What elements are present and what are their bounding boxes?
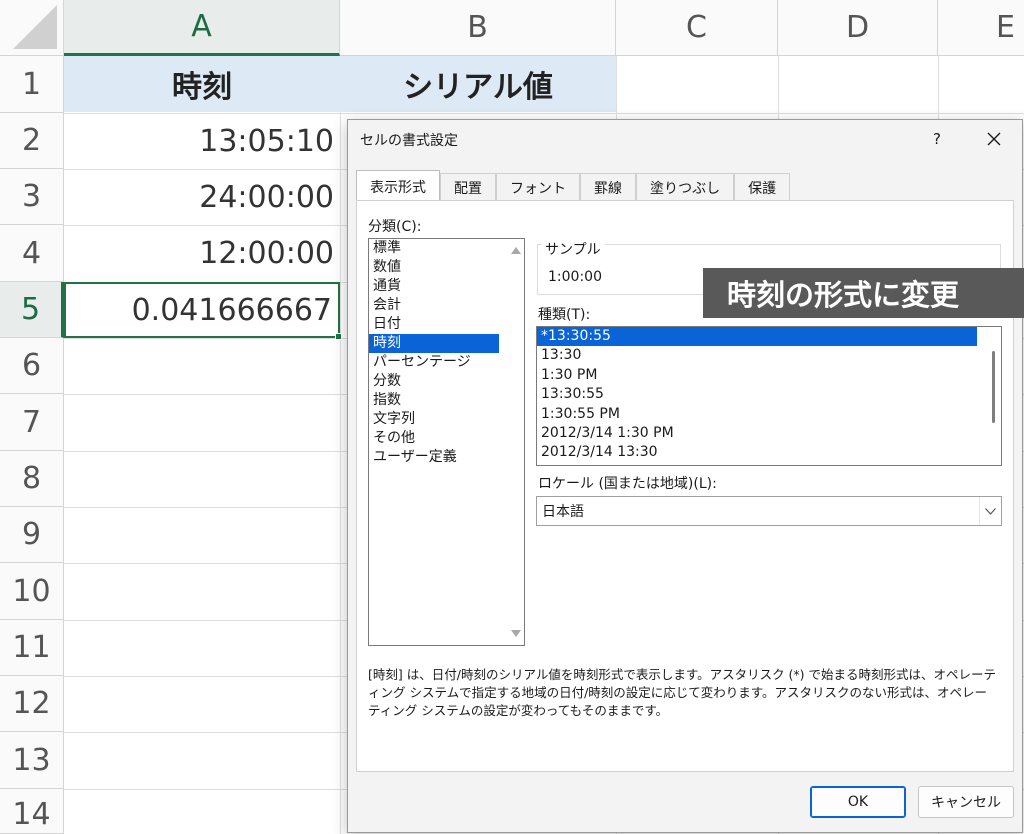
row-header-1[interactable]: 1 <box>0 56 64 113</box>
scroll-down-arrow-icon[interactable] <box>511 630 521 637</box>
category-item[interactable]: ユーザー定義 <box>369 448 524 467</box>
fill-handle[interactable] <box>335 333 342 340</box>
category-list[interactable]: 標準 数値 通貨 会計 日付 時刻 パーセンテージ 分数 指数 文字列 その他 … <box>368 238 525 646</box>
cell-a3[interactable]: 24:00:00 <box>64 169 340 225</box>
tab-number-format[interactable]: 表示形式 <box>356 170 440 202</box>
format-cells-dialog: セルの書式設定 ? 表示形式 配置 フォント 罫線 塗りつぶし 保護 分類(C)… <box>347 119 1023 833</box>
category-item[interactable]: 日付 <box>369 315 524 334</box>
type-scrollbar[interactable] <box>984 327 1001 465</box>
category-item-selected[interactable]: 時刻 <box>369 334 499 353</box>
column-header-b[interactable]: B <box>340 0 616 56</box>
close-button[interactable] <box>976 124 1012 154</box>
cancel-button[interactable]: キャンセル <box>918 786 1014 818</box>
type-item[interactable]: 1:30 PM <box>537 366 977 385</box>
category-label: 分類(C): <box>368 219 422 235</box>
cell-b1[interactable]: シリアル値 <box>340 56 616 112</box>
type-item[interactable]: 2012/3/14 13:30 <box>537 443 977 462</box>
category-item[interactable]: 分数 <box>369 372 524 391</box>
locale-select[interactable]: 日本語 <box>536 496 1002 526</box>
category-item[interactable]: その他 <box>369 429 524 448</box>
row-header-8[interactable]: 8 <box>0 451 64 507</box>
help-button[interactable]: ? <box>922 126 952 152</box>
dialog-title: セルの書式設定 <box>360 133 458 149</box>
category-item[interactable]: 数値 <box>369 258 524 277</box>
format-description: [時刻] は、日付/時刻のシリアル値を時刻形式で表示します。アスタリスク (*)… <box>368 667 997 718</box>
tab-fill[interactable]: 塗りつぶし <box>636 173 735 201</box>
row-header-5[interactable]: 5 <box>0 282 64 338</box>
category-item[interactable]: 指数 <box>369 391 524 410</box>
row-header-4[interactable]: 4 <box>0 225 64 282</box>
row-header-13[interactable]: 13 <box>0 732 64 789</box>
category-item[interactable]: パーセンテージ <box>369 353 524 372</box>
type-item[interactable]: 2012/3/14 1:30 PM <box>537 424 977 443</box>
cell-a1[interactable]: 時刻 <box>64 56 340 112</box>
cell-a2[interactable]: 13:05:10 <box>64 113 340 169</box>
row-header-7[interactable]: 7 <box>0 394 64 451</box>
locale-value: 日本語 <box>542 504 584 520</box>
column-header-e[interactable]: E <box>938 0 1024 56</box>
row-header-9[interactable]: 9 <box>0 507 64 563</box>
row-header-11[interactable]: 11 <box>0 620 64 676</box>
cell-a5-active[interactable]: 0.041666667 <box>64 282 342 340</box>
row-header-6[interactable]: 6 <box>0 338 64 394</box>
category-item[interactable]: 通貨 <box>369 277 524 296</box>
chevron-down-icon[interactable] <box>979 497 1001 525</box>
row-header-3[interactable]: 3 <box>0 169 64 225</box>
type-item[interactable]: 13:30 <box>537 346 977 365</box>
select-all-corner[interactable] <box>0 0 64 56</box>
cell-a5-value: 0.041666667 <box>131 292 332 328</box>
sample-label: サンプル <box>541 239 605 259</box>
row-header-2[interactable]: 2 <box>0 113 64 169</box>
dialog-tabs: 表示形式 配置 フォント 罫線 塗りつぶし 保護 <box>356 170 791 202</box>
tab-protection[interactable]: 保護 <box>734 173 791 201</box>
type-item-selected[interactable]: *13:30:55 <box>537 327 977 347</box>
category-item[interactable]: 文字列 <box>369 410 524 429</box>
category-scrollbar[interactable] <box>507 239 524 645</box>
category-item[interactable]: 標準 <box>369 239 524 258</box>
row-header-14[interactable]: 14 <box>0 789 64 834</box>
tab-alignment[interactable]: 配置 <box>440 173 496 201</box>
tab-border[interactable]: 罫線 <box>580 173 636 201</box>
close-icon <box>987 132 1001 146</box>
column-header-d[interactable]: D <box>778 0 938 56</box>
locale-label: ロケール (国または地域)(L): <box>538 476 717 492</box>
tab-font[interactable]: フォント <box>496 173 580 201</box>
dialog-titlebar[interactable]: セルの書式設定 ? <box>348 120 1022 158</box>
annotation-callout: 時刻の形式に変更 <box>703 268 1024 318</box>
type-scroll-thumb[interactable] <box>992 351 995 423</box>
column-header-a[interactable]: A <box>64 0 340 56</box>
type-item[interactable]: 1:30:55 PM <box>537 405 977 424</box>
row-header-10[interactable]: 10 <box>0 563 64 620</box>
ok-button[interactable]: OK <box>810 786 906 818</box>
type-list[interactable]: *13:30:55 13:30 1:30 PM 13:30:55 1:30:55… <box>536 326 1002 466</box>
cell-a4[interactable]: 12:00:00 <box>64 225 340 281</box>
sample-value: 1:00:00 <box>548 269 602 285</box>
type-item[interactable]: 13:30:55 <box>537 385 977 404</box>
category-item[interactable]: 会計 <box>369 296 524 315</box>
type-label: 種類(T): <box>538 307 591 323</box>
scroll-up-arrow-icon[interactable] <box>511 247 521 254</box>
row-header-12[interactable]: 12 <box>0 676 64 732</box>
column-header-c[interactable]: C <box>616 0 778 56</box>
